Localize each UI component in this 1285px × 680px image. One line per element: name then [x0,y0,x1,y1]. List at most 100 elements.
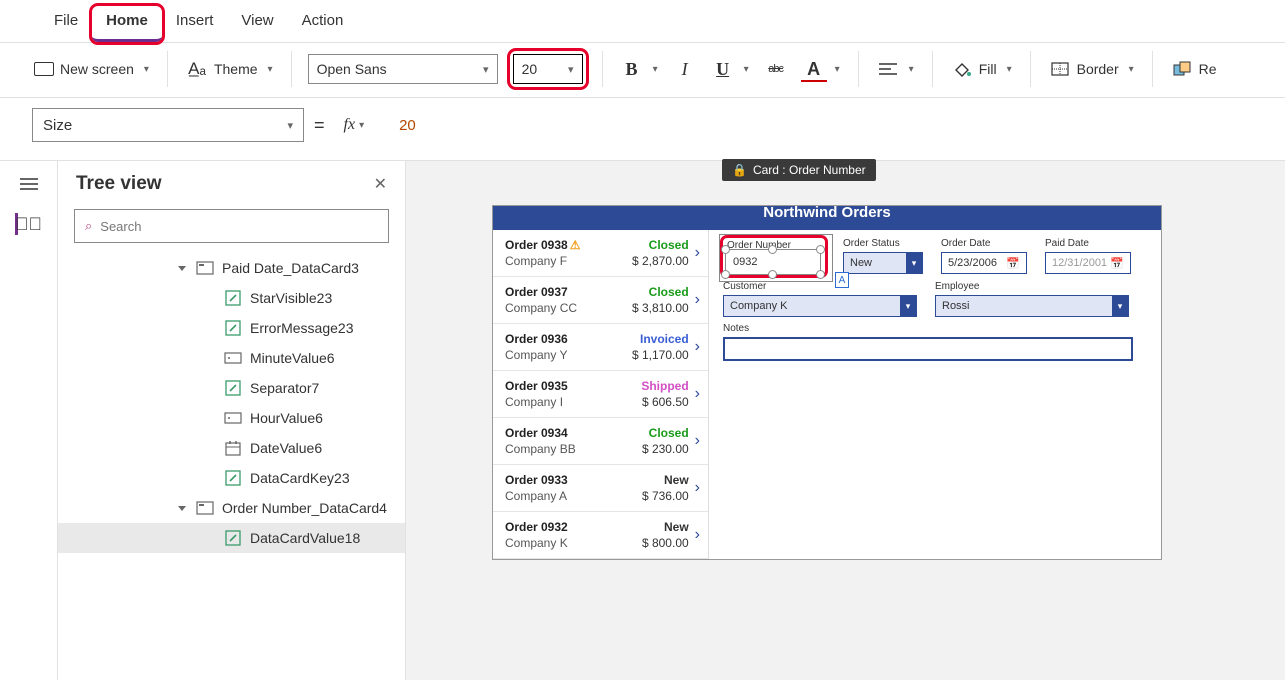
reorder-label: Re [1199,61,1217,77]
chevron-right-icon: › [695,385,700,403]
tree-item[interactable]: Separator7 [58,373,405,403]
italic-button[interactable]: I [672,54,698,84]
hamburger-icon[interactable] [18,173,40,195]
order-title: Order 0933 [505,473,568,487]
ribbon: New screen A̲ₐ Theme Open Sans ▾ 20 ▾ B … [0,43,1285,98]
tree-item[interactable]: Order Number_DataCard4 [58,493,405,523]
reorder-button[interactable]: Re [1169,54,1219,84]
screen-icon [34,62,54,76]
gallery-item[interactable]: Order 0932Company KNew$ 800.00› [493,512,708,559]
bold-button[interactable]: B [619,54,660,84]
chevron-down-icon: ▾ [287,119,293,132]
gallery-item[interactable]: Order 0933Company ANew$ 736.00› [493,465,708,512]
strikethrough-icon: abc [765,58,787,80]
tree-item[interactable]: DataCardKey23 [58,463,405,493]
company-name: Company F [505,254,580,268]
employee-value: Rossi [942,300,970,312]
paid-date-input[interactable]: 12/31/2001 📅 [1045,252,1131,274]
theme-button[interactable]: A̲ₐ Theme [184,54,275,84]
reorder-icon [1171,58,1193,80]
tree-item[interactable]: MinuteValue6 [58,343,405,373]
font-color-button[interactable]: A [801,54,842,84]
fill-icon [951,58,973,80]
theme-icon: A̲ₐ [186,58,208,80]
chevron-right-icon: › [695,432,700,450]
date-icon [224,439,242,457]
selection-a-handle[interactable]: A [835,272,849,288]
order-gallery[interactable]: Order 0938⚠Company FClosed$ 2,870.00› Ord… [493,230,709,559]
tree-item[interactable]: StarVisible23 [58,283,405,313]
chevron-down-icon: ▾ [900,296,916,316]
fill-label: Fill [979,61,997,77]
tree-item-label: DateValue6 [250,440,322,456]
menu-file[interactable]: File [40,6,92,42]
amount-label: $ 606.50 [642,395,689,409]
collapse-icon[interactable] [178,266,186,271]
order-status-select[interactable]: New ▾ [843,252,923,274]
formula-value[interactable]: 20 [383,117,416,134]
order-date-value: 5/23/2006 [948,257,997,269]
status-label: Closed [649,426,689,440]
tree-item[interactable]: DataCardValue18 [58,523,405,553]
tree-item-label: DataCardKey23 [250,470,350,486]
new-screen-button[interactable]: New screen [32,57,151,81]
underline-button[interactable]: U [710,54,751,84]
gallery-item[interactable]: Order 0937Company CCClosed$ 3,810.00› [493,277,708,324]
amount-label: $ 800.00 [642,536,689,550]
gallery-item[interactable]: Order 0936Company YInvoiced$ 1,170.00› [493,324,708,371]
italic-icon: I [674,58,696,80]
menu-action[interactable]: Action [288,6,358,42]
bold-icon: B [621,58,643,80]
collapse-icon[interactable] [178,506,186,511]
gallery-item[interactable]: Order 0935Company IShipped$ 606.50› [493,371,708,418]
order-title: Order 0935 [505,379,568,393]
tree-item[interactable]: HourValue6 [58,403,405,433]
gallery-item[interactable]: Order 0938⚠Company FClosed$ 2,870.00› [493,230,708,277]
close-icon[interactable]: ✕ [374,174,387,194]
card-icon [196,499,214,517]
amount-label: $ 230.00 [642,442,689,456]
new-screen-label: New screen [60,61,134,77]
customer-value: Company K [730,300,787,312]
tree-item[interactable]: ErrorMessage23 [58,313,405,343]
tree-search-input[interactable]: ⌕ Search [74,209,389,243]
amount-label: $ 3,810.00 [632,301,689,315]
customer-select[interactable]: Company K ▾ [723,295,917,317]
edit-icon [224,529,242,547]
gallery-item[interactable]: Order 0934Company BBClosed$ 230.00› [493,418,708,465]
status-label: Closed [649,285,689,299]
tree-item[interactable]: DateValue6 [58,433,405,463]
menu-view[interactable]: View [227,6,287,42]
font-size-value: 20 [522,61,538,77]
fill-button[interactable]: Fill [949,54,1014,84]
menu-home[interactable]: Home [92,6,162,42]
menu-insert[interactable]: Insert [162,6,228,42]
align-button[interactable] [875,54,916,84]
company-name: Company Y [505,348,568,362]
fx-button[interactable]: fx ▾ [335,115,374,135]
notes-input[interactable] [723,337,1133,361]
canvas[interactable]: 🔒 Card : Order Number Northwind Orders O… [406,161,1285,680]
search-placeholder: Search [100,219,141,234]
tree-item-label: DataCardValue18 [250,530,360,546]
tree-view-rail-icon[interactable]: ☰⃞ [15,213,37,235]
edit-form: Order Number 0932 [709,230,1161,559]
order-status-value: New [850,257,872,269]
tree-item[interactable]: Paid Date_DataCard3 [58,253,405,283]
tree-item-label: Order Number_DataCard4 [222,500,387,516]
border-button[interactable]: Border [1047,54,1136,84]
edit-icon [224,379,242,397]
order-date-input[interactable]: 5/23/2006 📅 [941,252,1027,274]
font-family-select[interactable]: Open Sans ▾ [308,54,498,84]
strike-button[interactable]: abc [763,54,789,84]
chevron-down-icon: ▾ [359,120,364,131]
company-name: Company I [505,395,568,409]
border-label: Border [1077,61,1119,77]
fx-icon: fx [344,116,356,134]
chevron-right-icon: › [695,291,700,309]
tree-item-label: MinuteValue6 [250,350,335,366]
font-size-select[interactable]: 20 ▾ [513,54,583,84]
employee-select[interactable]: Rossi ▾ [935,295,1129,317]
property-select[interactable]: Size ▾ [32,108,304,142]
tree-item-label: Separator7 [250,380,319,396]
